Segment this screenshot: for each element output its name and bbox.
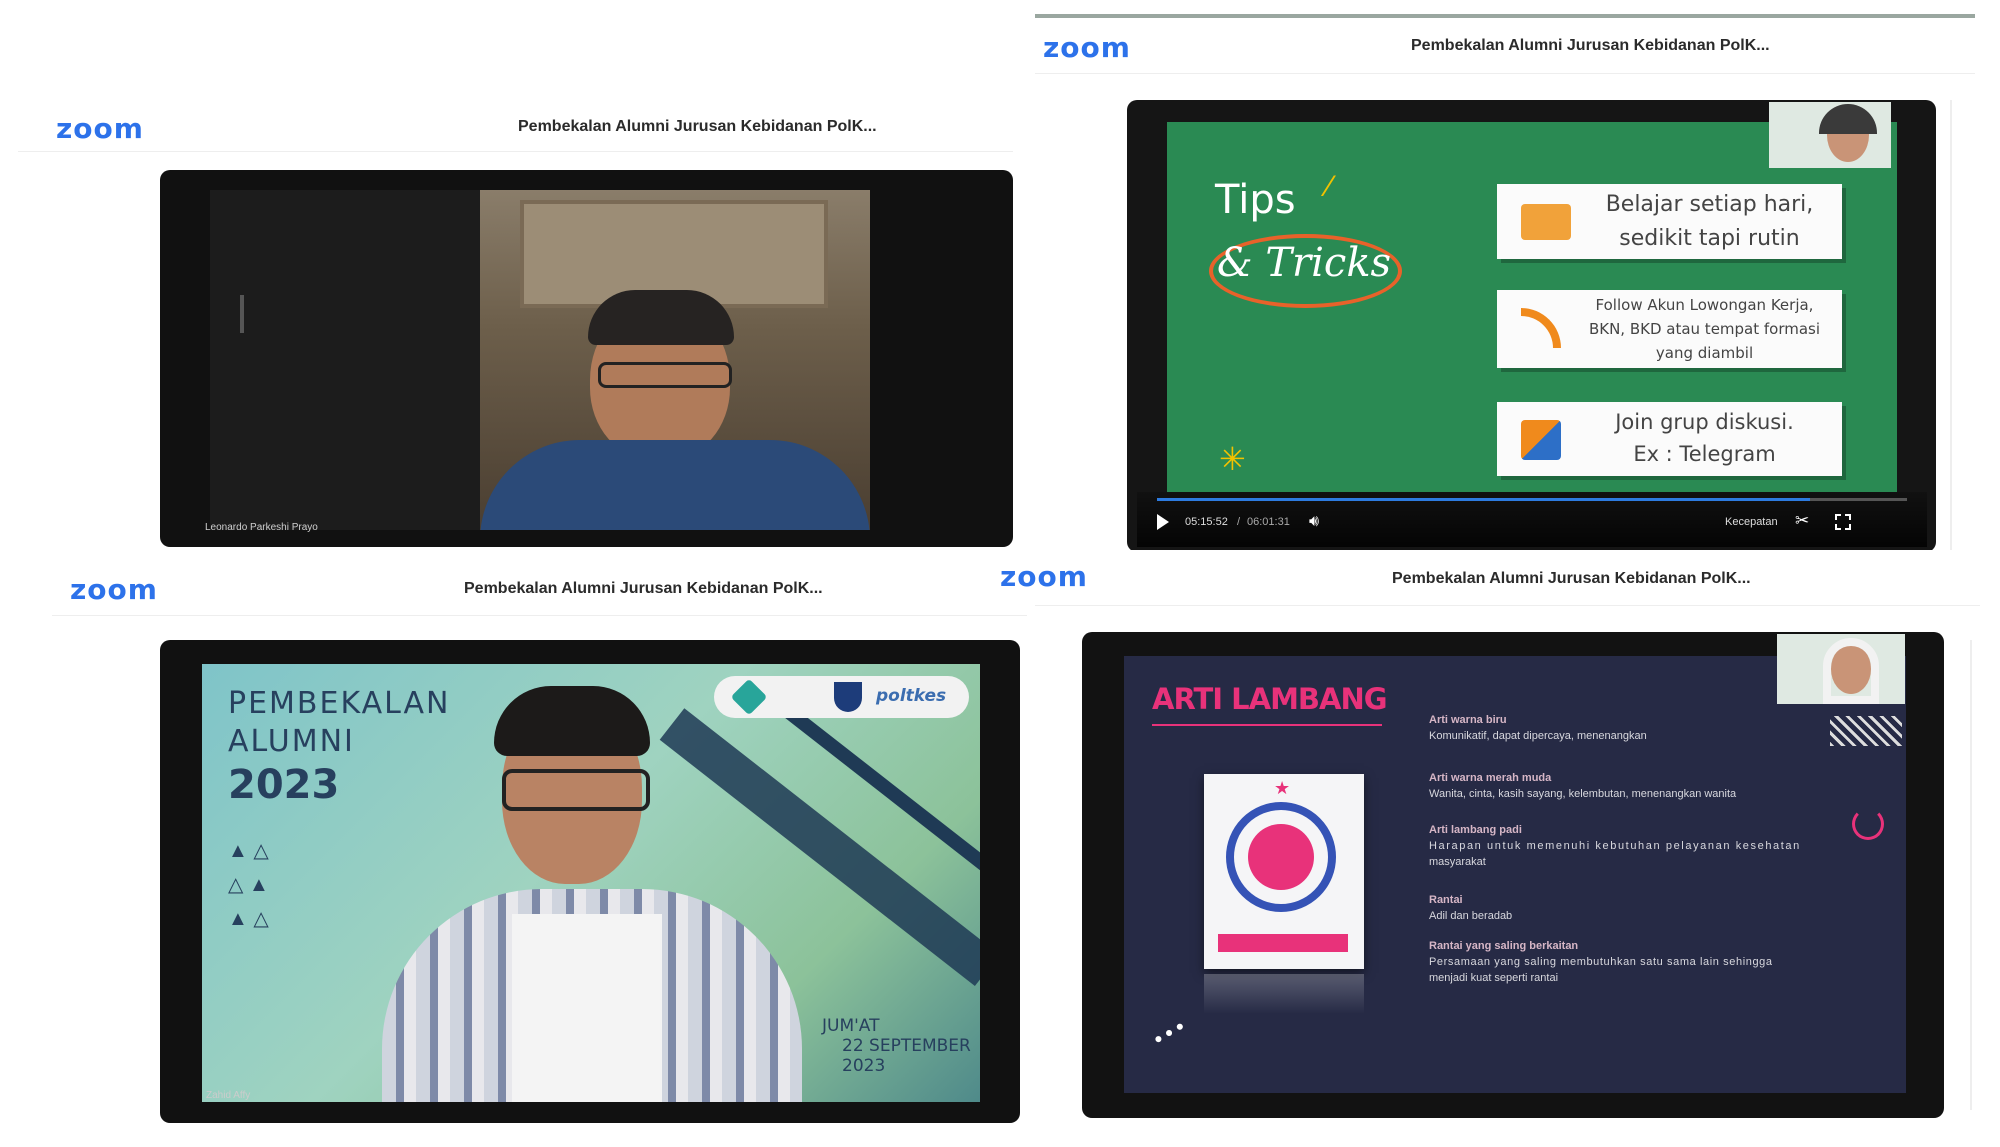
tip-card-1: Belajar setiap hari, sedikit tapi rutin bbox=[1497, 184, 1842, 259]
spark-lines: ⁄ bbox=[1327, 170, 1333, 203]
meeting-title: Pembekalan Alumni Jurusan Kebidanan PolK… bbox=[464, 580, 823, 597]
participant-thumbnail bbox=[1777, 634, 1905, 704]
video-frame-presenter[interactable]: PEMBEKALAN ALUMNI 2023 ▲ △ △ ▲ ▲ △ poltkes… bbox=[160, 640, 1020, 1123]
tip-2-line2: BKN, BKD atau tempat formasi bbox=[1588, 320, 1821, 338]
tips-heading: Tips bbox=[1215, 177, 1296, 223]
item-4-desc: Adil dan beradab bbox=[1429, 910, 1513, 922]
cursor-bar bbox=[240, 295, 244, 333]
right-edge-divider-bottom bbox=[1970, 640, 1972, 1110]
asterisk-icon: ✳ bbox=[1219, 441, 1246, 477]
title-underline bbox=[1152, 724, 1382, 726]
item-1-heading: Arti warna biru bbox=[1429, 714, 1507, 726]
zoom-header-bottom-left: zoom Pembekalan Alumni Jurusan Kebidanan… bbox=[52, 560, 1027, 616]
tip-3-line2: Ex : Telegram bbox=[1633, 442, 1776, 466]
item-4-heading: Rantai bbox=[1429, 894, 1463, 906]
tip-2-line3: yang diambil bbox=[1655, 344, 1754, 362]
video-frame-slide-lambang[interactable]: ARTI LAMBANG ★ ● ● ● Arti warna biru Kom… bbox=[1082, 632, 1944, 1118]
meeting-title: Pembekalan Alumni Jurusan Kebidanan PolK… bbox=[518, 118, 877, 135]
puzzle-icon bbox=[1521, 420, 1561, 460]
thumb-hijab bbox=[1823, 638, 1879, 704]
slide-line1: PEMBEKALAN bbox=[228, 686, 451, 721]
tip-1-line1: Belajar setiap hari, bbox=[1605, 192, 1814, 217]
tricks-heading: & Tricks bbox=[1217, 240, 1392, 286]
meeting-title: Pembekalan Alumni Jurusan Kebidanan PolK… bbox=[1392, 570, 1751, 587]
tip-2-line1: Follow Akun Lowongan Kerja, bbox=[1595, 296, 1814, 314]
tip-card-3: Join grup diskusi. Ex : Telegram bbox=[1497, 402, 1842, 476]
volume-icon[interactable]: 🔊︎ bbox=[1309, 513, 1319, 531]
item-3-desc: Harapan untuk memenuhi kebutuhan pelayan… bbox=[1429, 840, 1801, 852]
emblem-center bbox=[1248, 824, 1314, 890]
progress-track[interactable] bbox=[1157, 498, 1907, 501]
slide-line2: ALUMNI bbox=[228, 724, 355, 759]
video-frame-slide-tips[interactable]: Tips & Tricks ⁄ ✳ Belajar setiap hari, s… bbox=[1127, 100, 1936, 552]
item-2-desc: Wanita, cinta, kasih sayang, kelembutan,… bbox=[1429, 788, 1737, 800]
speaker-video bbox=[480, 190, 870, 530]
tip-card-2: Follow Akun Lowongan Kerja, BKN, BKD ata… bbox=[1497, 290, 1842, 368]
rss-icon bbox=[1521, 308, 1561, 348]
zoom-header-top-left: zoom Pembekalan Alumni Jurusan Kebidanan… bbox=[18, 106, 1013, 152]
participant-thumbnail bbox=[1769, 102, 1891, 168]
slide-date-year: 2023 bbox=[842, 1056, 886, 1076]
zoom-header-bottom-right: zoom Pembekalan Alumni Jurusan Kebidanan… bbox=[1000, 550, 1980, 606]
right-edge-divider bbox=[1950, 100, 1952, 550]
current-time: 05:15:52 bbox=[1185, 516, 1228, 528]
emblem-ribbon bbox=[1218, 934, 1348, 952]
total-time: 06:01:31 bbox=[1247, 516, 1290, 528]
fullscreen-icon[interactable] bbox=[1835, 514, 1851, 530]
item-5-heading: Rantai yang saling berkaitan bbox=[1429, 940, 1579, 952]
logo-bar: poltkes bbox=[714, 676, 969, 718]
time-separator: / bbox=[1237, 516, 1241, 528]
presenter-hair bbox=[494, 686, 650, 756]
slide-year: 2023 bbox=[228, 762, 340, 808]
tip-3-line1: Join grup diskusi. bbox=[1615, 410, 1794, 434]
poltekkes-logo: poltkes bbox=[876, 686, 947, 706]
tips-slide: Tips & Tricks ⁄ ✳ Belajar setiap hari, s… bbox=[1167, 122, 1897, 492]
zoom-logo: zoom bbox=[1043, 31, 1131, 64]
participant-name: Zahid Affy bbox=[206, 1090, 251, 1101]
zoom-logo-cropped: zoom bbox=[1000, 560, 1088, 593]
participant-name: Leonardo Parkeshi Prayo bbox=[205, 522, 318, 533]
play-button[interactable] bbox=[1157, 514, 1169, 530]
emblem-star-icon: ★ bbox=[1274, 778, 1291, 798]
presenter-shirt bbox=[512, 914, 662, 1102]
emblem-card: ★ bbox=[1204, 774, 1364, 969]
triangle-pattern: ▲ △ △ ▲ ▲ △ bbox=[228, 840, 269, 930]
item-5-desc-2: menjadi kuat seperti rantai bbox=[1429, 972, 1559, 984]
zoom-logo: zoom bbox=[70, 573, 158, 606]
slide-date: 22 SEPTEMBER bbox=[842, 1036, 971, 1056]
speed-label[interactable]: Kecepatan bbox=[1725, 516, 1778, 528]
kemenkes-logo bbox=[730, 678, 768, 716]
speaker-hair bbox=[588, 290, 734, 345]
ring-decoration bbox=[1852, 808, 1884, 840]
dots-decoration: ● ● ● bbox=[1150, 1016, 1187, 1048]
item-1-desc: Komunikatif, dapat dipercaya, menenangka… bbox=[1429, 730, 1647, 742]
thumb-hijab bbox=[1819, 104, 1877, 134]
item-2-heading: Arti warna merah muda bbox=[1429, 772, 1552, 784]
lambang-title: ARTI LAMBANG bbox=[1152, 682, 1388, 716]
stripe-decoration bbox=[1830, 716, 1902, 746]
lambang-slide: ARTI LAMBANG ★ ● ● ● Arti warna biru Kom… bbox=[1124, 656, 1906, 1093]
video-frame-speaker[interactable]: Leonardo Parkeshi Prayo bbox=[160, 170, 1013, 547]
video-letterbox-left bbox=[210, 190, 480, 530]
item-3-heading: Arti lambang padi bbox=[1429, 824, 1522, 836]
pembekalan-slide: PEMBEKALAN ALUMNI 2023 ▲ △ △ ▲ ▲ △ poltkes… bbox=[202, 664, 980, 1102]
speaker-glasses bbox=[598, 362, 732, 388]
presentation-icon bbox=[1521, 204, 1571, 240]
presenter-glasses bbox=[502, 769, 650, 811]
zoom-header-top-right: zoom Pembekalan Alumni Jurusan Kebidanan… bbox=[1035, 18, 1975, 74]
item-5-desc: Persamaan yang saling membutuhkan satu s… bbox=[1429, 956, 1773, 968]
emblem-reflection bbox=[1204, 974, 1364, 1014]
meeting-title: Pembekalan Alumni Jurusan Kebidanan PolK… bbox=[1411, 37, 1770, 54]
video-player-bar: 05:15:52 / 06:01:31 🔊︎ Kecepatan ✂ bbox=[1137, 492, 1927, 547]
progress-fill bbox=[1157, 498, 1810, 501]
item-3-desc-2: masyarakat bbox=[1429, 856, 1486, 868]
scissors-icon[interactable]: ✂ bbox=[1795, 511, 1809, 531]
zoom-logo: zoom bbox=[56, 112, 144, 145]
shield-logo bbox=[834, 682, 862, 712]
tip-1-line2: sedikit tapi rutin bbox=[1619, 226, 1800, 251]
slide-day: JUM'AT bbox=[822, 1016, 880, 1036]
speaker-shirt bbox=[480, 440, 870, 530]
